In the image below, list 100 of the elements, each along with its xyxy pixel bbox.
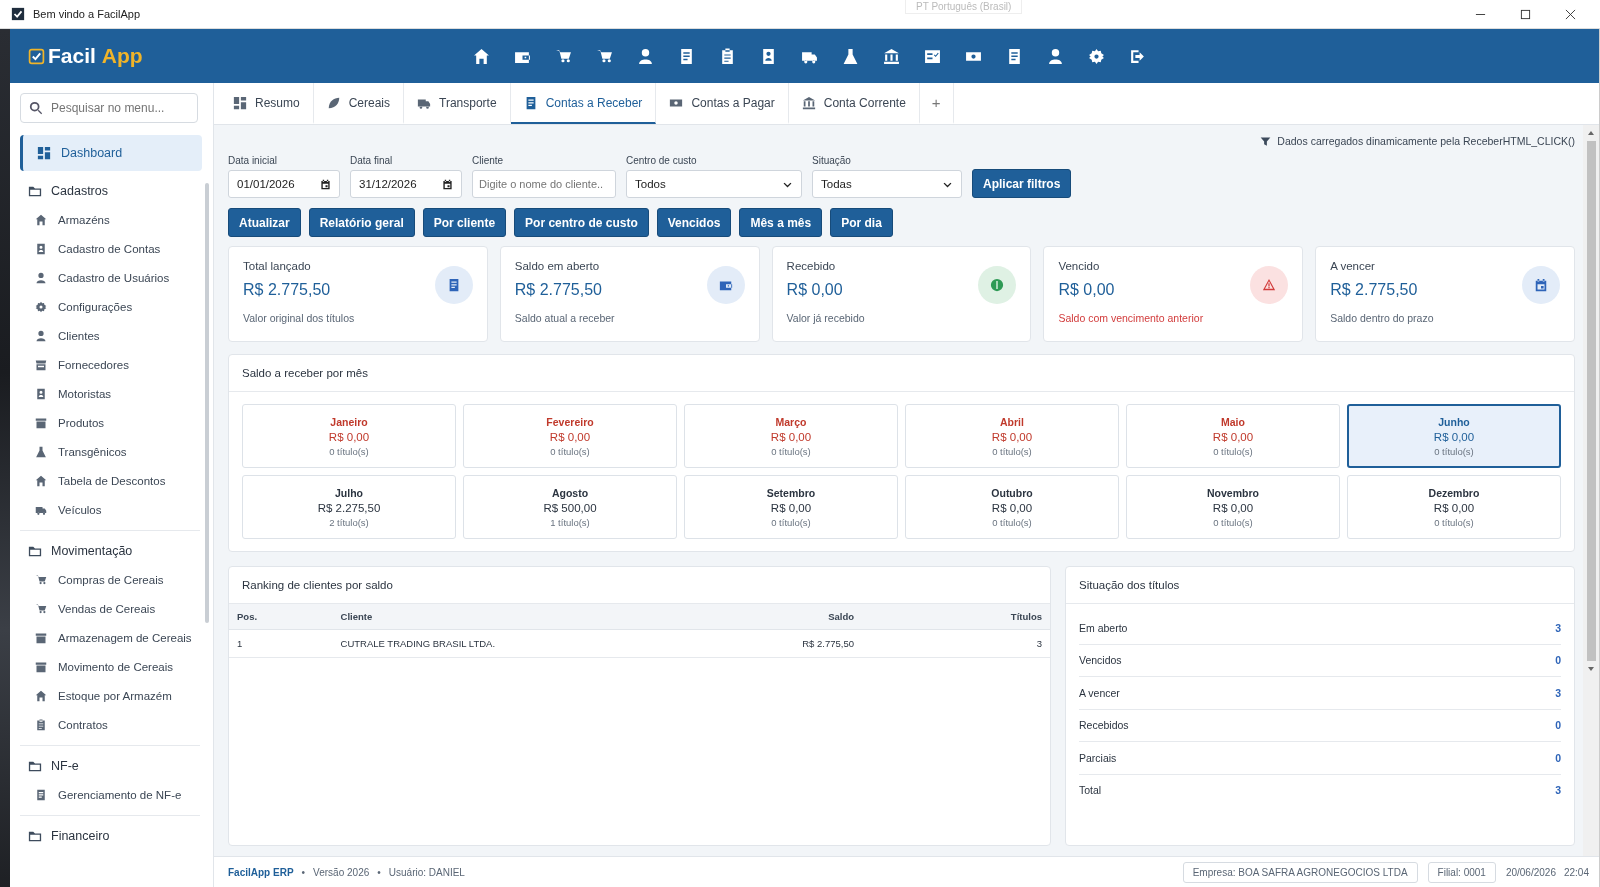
table-cell: CUTRALE TRADING BRASIL LTDA. xyxy=(310,629,746,658)
status-label: A vencer xyxy=(1079,686,1120,699)
month-card[interactable]: Novembro R$ 0,00 0 título(s) xyxy=(1126,475,1340,539)
sidebar-item[interactable]: Produtos xyxy=(20,408,200,437)
folder-icon xyxy=(28,759,42,773)
action-button[interactable]: Atualizar xyxy=(228,208,301,237)
badge-icon xyxy=(35,387,47,400)
close-icon[interactable] xyxy=(1565,8,1576,20)
document-icon[interactable] xyxy=(1006,47,1023,65)
sidebar-item[interactable]: Armazenagem de Cereais xyxy=(20,623,200,652)
user-icon xyxy=(35,329,47,342)
field-label: Data final xyxy=(350,155,394,166)
sidebar-item[interactable]: Vendas de Cereais xyxy=(20,594,200,623)
separator-dot: • xyxy=(377,866,381,878)
dropdown[interactable]: Todos xyxy=(626,170,802,198)
month-card[interactable]: Março R$ 0,00 0 título(s) xyxy=(684,404,898,468)
month-name: Novembro xyxy=(1207,486,1259,499)
folder-icon xyxy=(28,544,42,558)
sidebar-group[interactable]: Movimentação xyxy=(20,537,200,565)
card-title: Recebido xyxy=(786,260,837,272)
action-button[interactable]: Relatório geral xyxy=(308,208,415,237)
bank-icon[interactable] xyxy=(883,47,900,65)
month-card[interactable]: Junho R$ 0,00 0 título(s) xyxy=(1347,404,1561,468)
sidebar-item[interactable]: Contratos xyxy=(20,710,200,739)
card-note: Valor original dos títulos xyxy=(243,312,355,324)
folder-icon xyxy=(28,184,42,198)
sidebar-item[interactable]: Fornecedores xyxy=(20,350,200,379)
action-button[interactable]: Vencidos xyxy=(656,208,732,237)
sidebar-item[interactable]: Configurações xyxy=(20,292,200,321)
settings-icon[interactable] xyxy=(1088,47,1105,65)
box-icon xyxy=(35,631,47,644)
tab[interactable]: Contas a Pagar xyxy=(656,83,789,124)
sidebar-item[interactable]: Cadastro de Usuários xyxy=(20,263,200,292)
card-value: R$ 2.775,50 xyxy=(514,281,603,299)
tab[interactable]: Cereais xyxy=(313,83,405,124)
cart-icon[interactable] xyxy=(555,47,572,65)
user-icon[interactable] xyxy=(637,47,654,65)
flask-icon[interactable] xyxy=(842,47,859,65)
dropdown[interactable]: Todas xyxy=(812,170,962,198)
sidebar-item[interactable]: Estoque por Armazém xyxy=(20,681,200,710)
card-note: Saldo atual a receber xyxy=(514,312,615,324)
scrollbar[interactable] xyxy=(205,183,209,623)
month-card[interactable]: Julho R$ 2.275,50 2 título(s) xyxy=(242,475,456,539)
sidebar-item[interactable]: Compras de Cereais xyxy=(20,565,200,594)
tab[interactable]: Transporte xyxy=(404,83,511,124)
badge-icon[interactable] xyxy=(760,47,777,65)
logout-icon[interactable] xyxy=(1129,47,1146,65)
cart-icon[interactable] xyxy=(596,47,613,65)
month-name: Maio xyxy=(1221,415,1245,428)
logo-accent-text: App xyxy=(101,44,143,68)
month-value: R$ 0,00 xyxy=(991,430,1033,443)
house-icon[interactable] xyxy=(473,47,490,65)
month-count: 0 título(s) xyxy=(1213,445,1253,457)
month-card[interactable]: Janeiro R$ 0,00 0 título(s) xyxy=(242,404,456,468)
sidebar-item[interactable]: Dashboard xyxy=(20,135,202,171)
date-field[interactable]: 31/12/2026 xyxy=(350,170,462,198)
date-field[interactable]: 01/01/2026 xyxy=(228,170,340,198)
sidebar-item[interactable]: Movimento de Cereais xyxy=(20,652,200,681)
month-card[interactable]: Setembro R$ 0,00 0 título(s) xyxy=(684,475,898,539)
action-button[interactable]: Por dia xyxy=(830,208,893,237)
field-label: Data inicial xyxy=(228,155,278,166)
sidebar-item[interactable]: Armazéns xyxy=(20,205,200,234)
sidebar-item[interactable]: Veículos xyxy=(20,495,200,524)
sidebar-item[interactable]: Gerenciamento de NF-e xyxy=(20,780,200,809)
card-value: R$ 2.775,50 xyxy=(243,281,332,299)
search-field[interactable]: Pesquisar no menu... xyxy=(20,93,198,123)
table-cell: 3 xyxy=(974,629,1050,658)
sidebar-group[interactable]: NF-e xyxy=(20,752,200,780)
sidebar-group[interactable]: Cadastros xyxy=(20,177,200,205)
sidebar-item[interactable]: Transgênicos xyxy=(20,437,200,466)
checklist-icon[interactable] xyxy=(924,47,941,65)
month-card[interactable]: Fevereiro R$ 0,00 0 título(s) xyxy=(463,404,677,468)
input-field[interactable]: Digite o nome do cliente.. xyxy=(472,170,616,198)
month-card[interactable]: Abril R$ 0,00 0 título(s) xyxy=(905,404,1119,468)
sidebar-item[interactable]: Clientes xyxy=(20,321,200,350)
add-tab-button[interactable]: + xyxy=(919,83,954,124)
action-button[interactable]: Por centro de custo xyxy=(514,208,649,237)
document-icon[interactable] xyxy=(678,47,695,65)
month-value: R$ 0,00 xyxy=(991,501,1033,514)
month-card[interactable]: Outubro R$ 0,00 0 título(s) xyxy=(905,475,1119,539)
status-count: 0 xyxy=(1555,719,1561,732)
scrollbar[interactable] xyxy=(1583,125,1599,856)
action-button[interactable]: Mês a mês xyxy=(739,208,823,237)
sidebar-group[interactable]: Financeiro xyxy=(20,822,200,850)
month-card[interactable]: Dezembro R$ 0,00 0 título(s) xyxy=(1347,475,1561,539)
tab[interactable]: Resumo xyxy=(220,83,314,124)
maximize-icon[interactable] xyxy=(1520,8,1531,20)
month-card[interactable]: Maio R$ 0,00 0 título(s) xyxy=(1126,404,1340,468)
sidebar-item[interactable]: Motoristas xyxy=(20,379,200,408)
apply-filters-button[interactable]: Aplicar filtros xyxy=(972,169,1072,198)
user-icon[interactable] xyxy=(1047,47,1064,65)
sidebar-item[interactable]: Tabela de Descontos xyxy=(20,466,200,495)
sidebar-item[interactable]: Cadastro de Contas xyxy=(20,234,200,263)
tab[interactable]: Conta Corrente xyxy=(788,83,920,124)
clipboard-icon[interactable] xyxy=(719,47,736,65)
action-button[interactable]: Por cliente xyxy=(422,208,507,237)
tab[interactable]: Contas a Receber xyxy=(510,83,657,124)
time-text: 22:04 xyxy=(1563,866,1589,878)
month-value: R$ 0,00 xyxy=(1212,501,1254,514)
month-card[interactable]: Agosto R$ 500,00 1 título(s) xyxy=(463,475,677,539)
